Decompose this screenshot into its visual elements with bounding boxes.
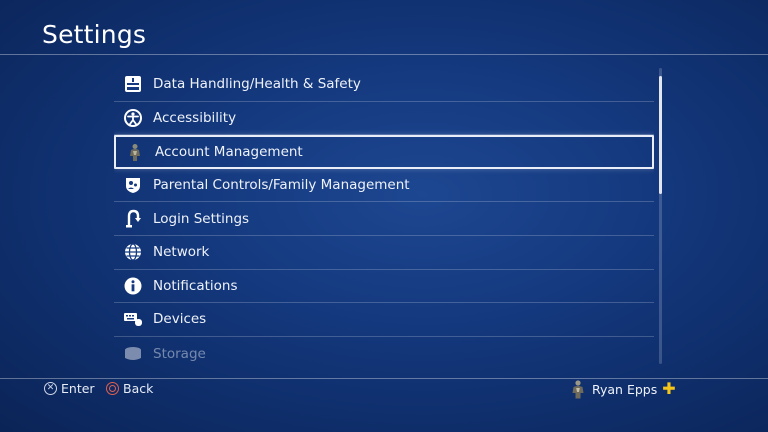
login-icon	[122, 208, 144, 230]
user-avatar-icon	[124, 141, 146, 163]
enter-label: Enter	[61, 381, 95, 396]
menu-item-label: Devices	[153, 311, 207, 328]
menu-item-label: Storage	[153, 345, 206, 362]
enter-hint[interactable]: ✕ Enter	[44, 381, 95, 396]
page-title: Settings	[42, 20, 147, 49]
menu-item-parental-controls[interactable]: Parental Controls/Family Management	[114, 169, 654, 203]
back-hint[interactable]: Back	[106, 381, 153, 396]
menu-item-label: Notifications	[153, 277, 238, 294]
storage-icon	[122, 343, 144, 364]
menu-item-label: Login Settings	[153, 210, 250, 227]
user-info: Ryan Epps ✚	[570, 379, 676, 399]
user-name: Ryan Epps	[592, 381, 658, 397]
parental-controls-icon	[122, 174, 144, 196]
menu-item-label: Accessibility	[153, 109, 237, 126]
menu-item-storage[interactable]: Storage	[114, 337, 654, 364]
menu-item-network[interactable]: Network	[114, 236, 654, 270]
menu-item-label: Network	[153, 244, 210, 261]
keyboard-mouse-icon	[122, 308, 144, 330]
info-icon	[122, 275, 144, 297]
back-label: Back	[123, 381, 154, 396]
accessibility-icon	[122, 107, 144, 129]
menu-item-label: Account Management	[155, 143, 303, 160]
user-avatar-icon	[572, 380, 584, 399]
globe-icon	[122, 241, 144, 263]
menu-item-notifications[interactable]: Notifications	[114, 270, 654, 304]
settings-list: Data Handling/Health & Safety Accessibil…	[114, 68, 654, 364]
playstation-plus-icon: ✚	[662, 379, 676, 398]
menu-item-label: Parental Controls/Family Management	[153, 177, 410, 194]
scrollbar-thumb[interactable]	[659, 76, 662, 194]
menu-item-login-settings[interactable]: Login Settings	[114, 202, 654, 236]
menu-item-account-management[interactable]: Account Management	[114, 135, 654, 169]
menu-item-accessibility[interactable]: Accessibility	[114, 102, 654, 136]
menu-item-label: Data Handling/Health & Safety	[153, 76, 361, 93]
header-divider	[0, 54, 768, 55]
scrollbar[interactable]	[659, 68, 662, 364]
cross-button-icon: ✕	[44, 382, 57, 395]
menu-item-devices[interactable]: Devices	[114, 303, 654, 337]
info-panel-icon	[122, 73, 144, 95]
circle-button-icon	[106, 382, 119, 395]
menu-item-data-handling[interactable]: Data Handling/Health & Safety	[114, 68, 654, 102]
